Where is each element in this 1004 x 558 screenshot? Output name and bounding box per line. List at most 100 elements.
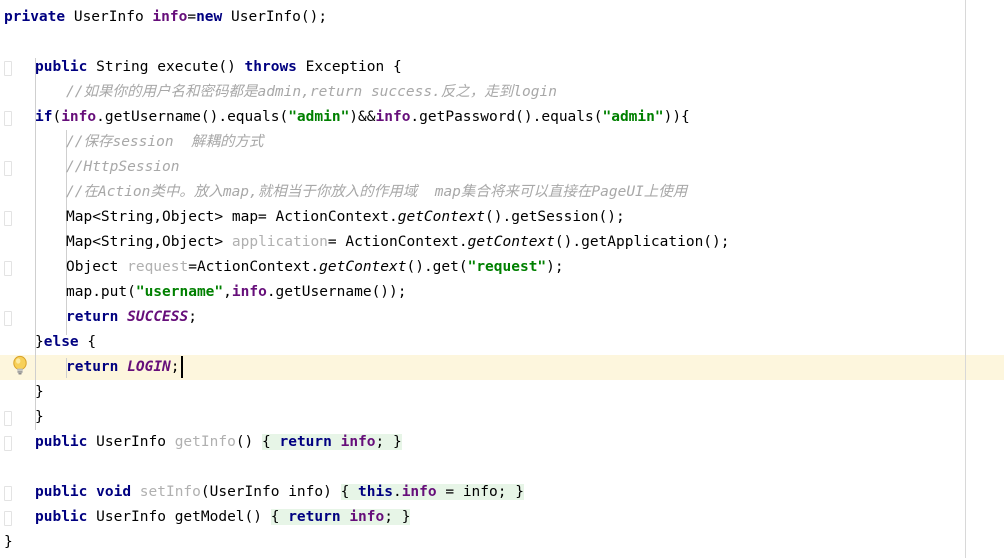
code-token: =ActionContext. [188,259,320,275]
code-token: = ActionContext. [327,234,468,250]
code-line[interactable]: return SUCCESS; [0,305,197,330]
code-token: return [279,434,332,450]
code-line[interactable]: //保存session 解耦的方式 [0,130,264,155]
code-token: } [35,384,44,400]
code-token: )&& [349,109,376,125]
code-line[interactable]: } [0,530,13,555]
code-token: Map<String,Object> [66,234,232,250]
code-token: info [375,109,411,125]
code-token: void [96,484,132,500]
code-token: } [35,334,44,350]
code-token: Map<String,Object> map= ActionContext. [66,209,398,225]
code-line[interactable]: Map<String,Object> map= ActionContext.ge… [0,205,625,230]
code-token: } [515,484,524,500]
code-token: return [288,509,341,525]
code-token: //HttpSession [66,159,180,175]
code-token: return [66,309,119,325]
code-line[interactable]: private UserInfo info=new UserInfo(); [0,5,327,30]
code-token: getInfo [174,434,236,450]
code-token: "request" [467,259,547,275]
code-token: = info; [436,484,516,500]
code-token: .getPassword().equals( [410,109,603,125]
code-token: setInfo [139,484,201,500]
code-token: getContext [397,209,486,225]
code-line[interactable]: //如果你的用户名和密码都是admin,return success.反之，走到… [0,80,557,105]
code-token: info [152,9,188,25]
code-line[interactable]: if(info.getUsername().equals("admin")&&i… [0,105,690,130]
code-editor[interactable]: private UserInfo info=new UserInfo(); pu… [0,0,1004,558]
code-token: map.put( [66,284,136,300]
code-line[interactable]: //在Action类中。放入map,就相当于你放入的作用域 map集合将来可以直… [0,180,687,205]
code-token: info [349,509,385,525]
code-token: .getUsername()); [266,284,407,300]
code-token: public [35,434,88,450]
code-line[interactable]: //HttpSession [0,155,180,180]
code-token: Object [66,259,128,275]
code-token: = [187,9,197,25]
code-token: ().getSession(); [485,209,625,225]
code-token: "admin" [288,109,350,125]
code-token: Exception { [305,59,402,75]
code-token: ; [188,309,197,325]
code-token: ; [375,434,393,450]
code-line[interactable] [0,455,13,480]
code-token: UserInfo [73,9,144,25]
code-token: ); [546,259,564,275]
code-line[interactable]: public UserInfo getInfo() { return info;… [0,430,402,455]
code-token: { [262,434,280,450]
code-token: String execute() [96,59,245,75]
code-token: //保存session 解耦的方式 [66,134,264,150]
code-token: if [35,109,53,125]
code-line[interactable]: public String execute() throws Exception… [0,55,402,80]
code-token: public [35,509,88,525]
code-token: } [35,409,44,425]
code-token: this [358,484,393,500]
code-token: , [223,284,232,300]
code-line[interactable]: }else { [0,330,96,355]
code-token: SUCCESS [127,309,189,325]
code-token: ; [384,509,402,525]
code-line[interactable]: public void setInfo(UserInfo info) { thi… [0,480,524,505]
code-token: info [340,434,376,450]
code-token: { [270,509,289,525]
code-token: } [401,509,411,525]
code-line[interactable]: Map<String,Object> application= ActionCo… [0,230,730,255]
code-line[interactable] [0,30,13,55]
code-token [331,434,341,450]
code-line[interactable]: } [0,405,44,430]
lightbulb-glyph [13,355,27,375]
code-token: UserInfo [96,434,175,450]
code-line[interactable]: map.put("username",info.getUsername()); [0,280,407,305]
code-line[interactable]: public UserInfo getModel() { return info… [0,505,411,530]
code-token: //在Action类中。放入map,就相当于你放入的作用域 map集合将来可以直… [66,184,688,200]
code-token: .getUsername().equals( [96,109,289,125]
code-token: public [35,484,88,500]
code-token: info [231,284,267,300]
code-token: return [66,359,119,375]
lightbulb-icon[interactable] [11,355,29,375]
code-token: UserInfo(); [231,9,328,25]
code-line[interactable]: Object request=ActionContext.getContext(… [0,255,564,280]
code-token: { [340,484,359,500]
code-token: )){ [663,109,690,125]
code-token: } [4,534,13,550]
code-text-layer[interactable]: private UserInfo info=new UserInfo(); pu… [0,0,1004,558]
code-token: . [392,484,402,500]
code-token: () [235,434,263,450]
code-token: ().getApplication(); [554,234,730,250]
code-token: { [78,334,97,350]
code-line[interactable]: } [0,380,44,405]
code-token: getContext [467,234,555,250]
code-token: UserInfo getModel() [96,509,271,525]
code-token: application [231,234,328,250]
code-token: //如果你的用户名和密码都是admin,return success.反之，走到… [66,84,557,100]
code-token: new [196,9,223,25]
